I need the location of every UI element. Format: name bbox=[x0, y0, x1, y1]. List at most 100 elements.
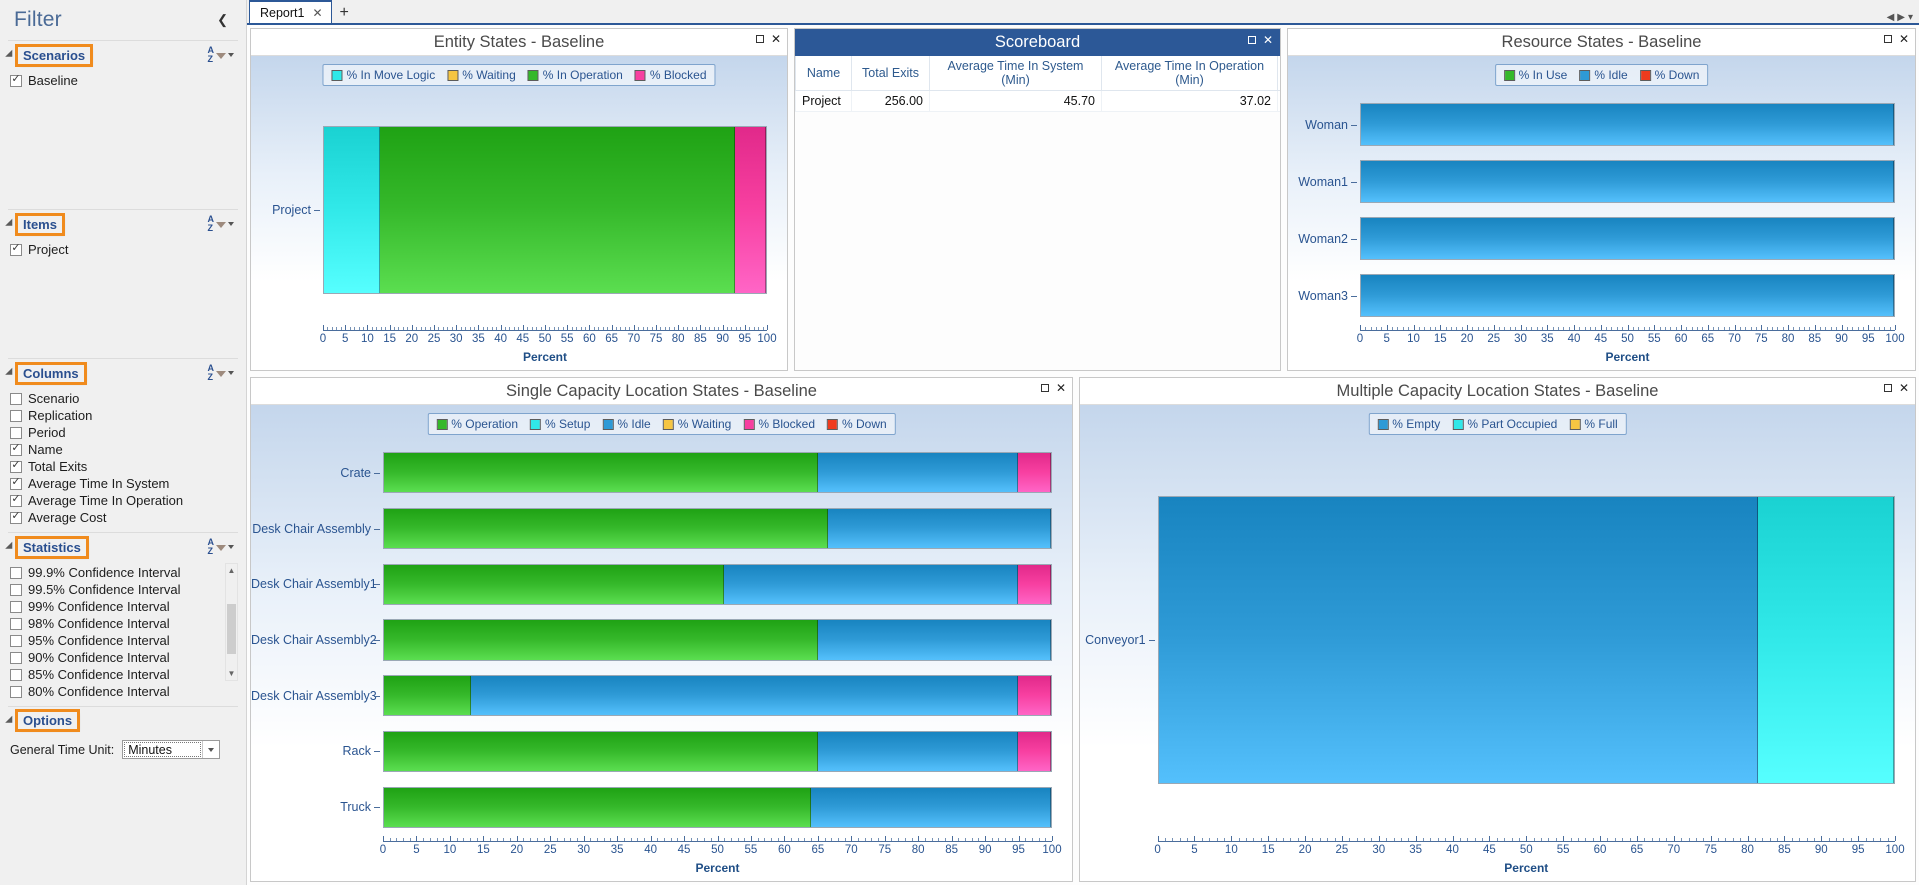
checkbox-row-column-3[interactable]: Name bbox=[0, 441, 246, 458]
scoreboard-column-header[interactable]: Average Time In System (Min) bbox=[929, 56, 1102, 91]
sort-az-icon[interactable]: AZ bbox=[208, 364, 215, 382]
table-row[interactable]: Project256.0045.7037.020.79 bbox=[795, 90, 1280, 112]
sort-filter-control-columns[interactable]: AZ bbox=[208, 364, 234, 382]
chart-bar-segment[interactable] bbox=[1017, 731, 1051, 772]
checkbox-row-project[interactable]: Project bbox=[0, 241, 246, 258]
legend-item[interactable]: % Empty bbox=[1377, 417, 1440, 431]
legend-item[interactable]: % Blocked bbox=[634, 68, 707, 82]
section-header-items[interactable]: Items AZ bbox=[0, 210, 246, 238]
chart-bar-segment[interactable] bbox=[384, 620, 818, 660]
checkbox-statistic-3[interactable] bbox=[10, 617, 22, 630]
restore-icon[interactable] bbox=[1040, 384, 1049, 392]
nav-right-icon[interactable]: ▶ bbox=[1897, 12, 1905, 23]
close-icon[interactable]: ✕ bbox=[1056, 382, 1066, 394]
legend-item[interactable]: % Idle bbox=[1579, 68, 1628, 82]
sort-filter-control-items[interactable]: AZ bbox=[208, 215, 234, 233]
checkbox-row-column-6[interactable]: Average Time In Operation bbox=[0, 492, 246, 509]
checkbox-column-1[interactable] bbox=[10, 409, 22, 422]
chart-bar-segment[interactable] bbox=[384, 453, 818, 493]
chart-bar-segment[interactable] bbox=[384, 731, 818, 772]
checkbox-statistic-5[interactable] bbox=[10, 651, 22, 664]
chart-bar-segment[interactable] bbox=[384, 564, 725, 604]
add-tab-button[interactable]: + bbox=[332, 5, 357, 23]
collapse-triangle-icon[interactable] bbox=[5, 715, 16, 726]
legend-item[interactable]: % In Use bbox=[1503, 68, 1567, 82]
chart-bar-segment[interactable] bbox=[384, 787, 811, 827]
chart-bar-segment[interactable] bbox=[817, 453, 1018, 493]
collapse-triangle-icon[interactable] bbox=[5, 218, 16, 230]
legend-item[interactable]: % Down bbox=[827, 417, 887, 431]
nav-left-icon[interactable]: ◀ bbox=[1887, 12, 1895, 23]
filter-funnel-icon[interactable] bbox=[216, 222, 226, 228]
restore-icon[interactable] bbox=[1883, 35, 1892, 43]
legend-item[interactable]: % Part Occupied bbox=[1452, 417, 1557, 431]
checkbox-row-column-0[interactable]: Scenario bbox=[0, 390, 246, 407]
checkbox-row-baseline[interactable]: Baseline bbox=[0, 72, 246, 89]
checkbox-statistic-0[interactable] bbox=[10, 566, 22, 579]
checkbox-statistic-2[interactable] bbox=[10, 600, 22, 613]
legend-item[interactable]: % Operation bbox=[436, 417, 518, 431]
collapse-triangle-icon[interactable] bbox=[5, 49, 16, 61]
legend-item[interactable]: % In Operation bbox=[527, 68, 623, 82]
checkbox-column-0[interactable] bbox=[10, 392, 22, 405]
collapse-triangle-icon[interactable] bbox=[5, 541, 16, 553]
close-icon[interactable]: ✕ bbox=[312, 6, 322, 20]
chevron-down-icon[interactable] bbox=[228, 545, 234, 549]
sort-az-icon[interactable]: AZ bbox=[208, 538, 215, 556]
checkbox-row-statistic-1[interactable]: 99.5% Confidence Interval bbox=[0, 581, 228, 598]
checkbox-statistic-7[interactable] bbox=[10, 685, 22, 698]
scroll-down-icon[interactable]: ▼ bbox=[226, 667, 237, 680]
scoreboard-column-header[interactable]: Total Exits bbox=[851, 56, 930, 91]
chart-bar-segment[interactable] bbox=[384, 676, 471, 716]
filter-funnel-icon[interactable] bbox=[216, 371, 226, 377]
legend-item[interactable]: % Full bbox=[1569, 417, 1618, 431]
chart-bar-segment[interactable] bbox=[324, 126, 380, 294]
checkbox-row-column-5[interactable]: Average Time In System bbox=[0, 475, 246, 492]
time-unit-select[interactable]: Minutes bbox=[122, 740, 221, 759]
chart-bar-segment[interactable] bbox=[735, 126, 766, 294]
chart-bar-segment[interactable] bbox=[1361, 218, 1894, 259]
legend-item[interactable]: % Blocked bbox=[743, 417, 815, 431]
checkbox-baseline[interactable] bbox=[10, 74, 22, 87]
checkbox-row-statistic-7[interactable]: 80% Confidence Interval bbox=[0, 683, 228, 700]
restore-icon[interactable] bbox=[1883, 384, 1892, 392]
section-header-statistics[interactable]: Statistics AZ bbox=[0, 533, 246, 561]
checkbox-row-column-1[interactable]: Replication bbox=[0, 407, 246, 424]
restore-icon[interactable] bbox=[755, 35, 764, 43]
tab-report1[interactable]: Report1 ✕ bbox=[249, 0, 332, 23]
scrollbar-thumb[interactable] bbox=[227, 604, 236, 654]
chart-bar-segment[interactable] bbox=[817, 731, 1018, 772]
checkbox-column-3[interactable] bbox=[10, 443, 22, 456]
close-icon[interactable]: ✕ bbox=[1899, 33, 1909, 45]
chart-bar-segment[interactable] bbox=[1361, 104, 1894, 145]
checkbox-row-column-4[interactable]: Total Exits bbox=[0, 458, 246, 475]
chart-bar-segment[interactable] bbox=[1361, 275, 1894, 316]
chart-bar-segment[interactable] bbox=[384, 508, 828, 549]
chart-bar-segment[interactable] bbox=[1361, 161, 1894, 202]
section-header-options[interactable]: Options bbox=[0, 707, 246, 734]
chart-bar-segment[interactable] bbox=[810, 787, 1051, 827]
scoreboard-column-header[interactable]: Name bbox=[795, 56, 852, 91]
scroll-up-icon[interactable]: ▲ bbox=[226, 564, 237, 577]
scoreboard-column-header[interactable]: Average Cost bbox=[1277, 56, 1280, 91]
checkbox-column-2[interactable] bbox=[10, 426, 22, 439]
section-header-columns[interactable]: Columns AZ bbox=[0, 359, 246, 387]
legend-item[interactable]: % Down bbox=[1639, 68, 1699, 82]
checkbox-row-statistic-5[interactable]: 90% Confidence Interval bbox=[0, 649, 228, 666]
checkbox-column-5[interactable] bbox=[10, 477, 22, 490]
sort-az-icon[interactable]: AZ bbox=[208, 46, 215, 64]
chevron-left-icon[interactable]: ❮ bbox=[211, 10, 234, 30]
checkbox-row-statistic-0[interactable]: 99.9% Confidence Interval bbox=[0, 564, 228, 581]
chart-bar-segment[interactable] bbox=[1017, 676, 1051, 716]
sort-az-icon[interactable]: AZ bbox=[208, 215, 215, 233]
checkbox-statistic-1[interactable] bbox=[10, 583, 22, 596]
chart-bar-segment[interactable] bbox=[827, 508, 1051, 549]
chart-bar-segment[interactable] bbox=[1017, 564, 1051, 604]
sort-filter-control-statistics[interactable]: AZ bbox=[208, 538, 234, 556]
checkbox-row-statistic-2[interactable]: 99% Confidence Interval bbox=[0, 598, 228, 615]
statistics-scrollbar[interactable]: ▲ ▼ bbox=[225, 563, 238, 681]
close-icon[interactable]: ✕ bbox=[771, 33, 781, 45]
checkbox-row-statistic-4[interactable]: 95% Confidence Interval bbox=[0, 632, 228, 649]
chart-bar-segment[interactable] bbox=[1158, 496, 1758, 784]
legend-item[interactable]: % In Move Logic bbox=[331, 68, 435, 82]
